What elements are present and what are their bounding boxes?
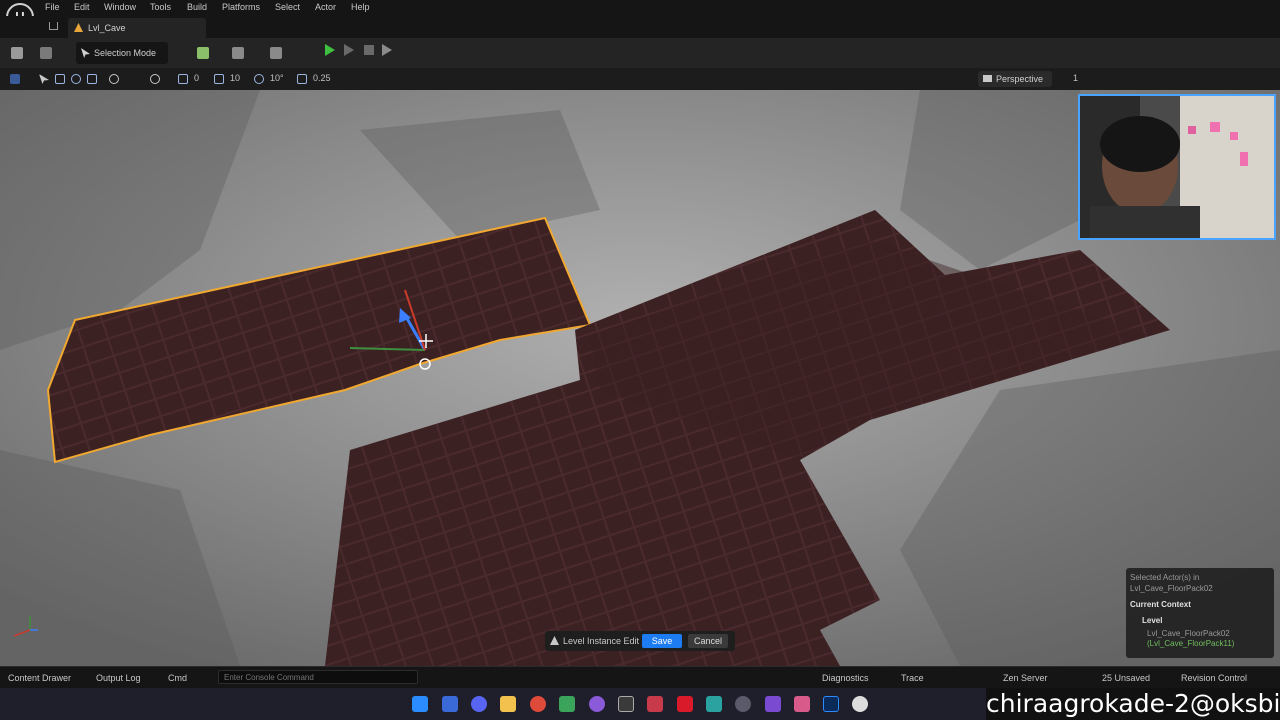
floorpack-label: Lvl_Cave_FloorPack02 <box>1147 629 1230 638</box>
app-icon-1[interactable] <box>442 696 458 712</box>
output-log-button[interactable]: Output Log <box>96 673 141 683</box>
menu-actor[interactable]: Actor <box>315 2 336 12</box>
translate-tool-icon[interactable] <box>55 74 65 84</box>
app-icon-3[interactable] <box>677 696 693 712</box>
unreal-taskbar-icon[interactable] <box>852 696 868 712</box>
console-command-field[interactable] <box>218 670 418 684</box>
menu-build[interactable]: Build <box>187 2 207 12</box>
stop-button[interactable] <box>364 45 374 55</box>
selection-mode-dropdown[interactable]: Selection Mode <box>76 42 168 64</box>
terminal-icon[interactable] <box>618 696 634 712</box>
webcam-overlay <box>1078 94 1276 240</box>
menu-platforms[interactable]: Platforms <box>222 2 260 12</box>
cmd-dropdown[interactable]: Cmd <box>168 673 187 683</box>
menu-edit[interactable]: Edit <box>74 2 90 12</box>
menu-file[interactable]: File <box>45 2 60 12</box>
cursor-icon <box>81 48 90 58</box>
windows-start-icon[interactable] <box>412 696 428 712</box>
tab-label: Lvl_Cave <box>88 23 126 33</box>
grid-snap-value[interactable]: 10 <box>230 73 240 83</box>
rider-icon[interactable] <box>794 696 810 712</box>
viewport-toolbar: 0 10 10° 0.25 1 <box>0 68 1280 90</box>
notepad-icon[interactable] <box>559 696 575 712</box>
main-toolbar: Selection Mode <box>0 38 1280 68</box>
viewport-menu-icon[interactable] <box>10 74 20 84</box>
rotate-snap-value[interactable]: 0 <box>194 73 199 83</box>
menu-select[interactable]: Select <box>275 2 300 12</box>
app-icon-5[interactable] <box>735 696 751 712</box>
camera-icon <box>983 75 992 82</box>
play-button[interactable] <box>325 44 335 56</box>
menu-help[interactable]: Help <box>351 2 370 12</box>
context-level-item[interactable]: Level <box>1142 616 1162 625</box>
selection-mode-label: Selection Mode <box>94 48 157 58</box>
trace-dropdown[interactable]: Trace <box>901 673 924 683</box>
content-drawer-button[interactable]: Content Drawer <box>8 673 71 683</box>
level-instance-icon <box>550 636 559 645</box>
file-explorer-icon[interactable] <box>500 696 516 712</box>
selected-line-2: Lvl_Cave_FloorPack02 <box>1130 584 1213 593</box>
tab-row: Lvl_Cave <box>0 16 1280 38</box>
selected-line-1: Selected Actor(s) in <box>1130 573 1200 582</box>
perspective-dropdown[interactable]: Perspective <box>978 71 1052 87</box>
diagnostics-button[interactable]: Diagnostics <box>822 673 869 683</box>
discord-icon[interactable] <box>471 696 487 712</box>
watermark-text: chiraagrokade-2@oksbi <box>986 688 1280 720</box>
perspective-label: Perspective <box>996 74 1044 84</box>
tab-level[interactable]: Lvl_Cave <box>68 18 206 38</box>
zen-server-dropdown[interactable]: Zen Server <box>1003 673 1048 683</box>
rotate-tool-icon[interactable] <box>71 74 81 84</box>
blueprint-icon[interactable] <box>232 47 244 59</box>
github-icon[interactable] <box>589 696 605 712</box>
unsaved-button[interactable]: 25 Unsaved <box>1102 673 1150 683</box>
chrome-icon[interactable] <box>530 696 546 712</box>
console-input[interactable] <box>219 671 417 683</box>
grid-snap-icon[interactable] <box>214 74 224 84</box>
rotate-snap-icon[interactable] <box>178 74 188 84</box>
level-icon <box>74 23 83 32</box>
scale-snap-icon[interactable] <box>297 74 307 84</box>
menu-bar: U File Edit Window Tools Build Platforms… <box>0 0 1280 31</box>
visual-studio-icon[interactable] <box>765 696 781 712</box>
revision-control-button[interactable]: Revision Control <box>1181 673 1247 683</box>
select-tool-icon[interactable] <box>39 74 49 84</box>
scale-snap-value[interactable]: 0.25 <box>313 73 331 83</box>
step-button[interactable] <box>344 44 354 56</box>
viewport-extra-value[interactable]: 1 <box>1073 73 1078 83</box>
save-icon[interactable] <box>11 47 23 59</box>
add-content-icon[interactable] <box>197 47 209 59</box>
cancel-button[interactable]: Cancel <box>688 634 728 648</box>
angle-snap-icon[interactable] <box>254 74 264 84</box>
world-space-icon[interactable] <box>109 74 119 84</box>
launch-button[interactable] <box>382 44 392 56</box>
floorpack-child-label: (Lvl_Cave_FloorPack11) <box>1147 639 1235 648</box>
selected-actors-text: Selected Actor(s) in Lvl_Cave_FloorPack0… <box>1130 572 1270 594</box>
app-icon-4[interactable] <box>706 696 722 712</box>
photoshop-icon[interactable] <box>823 696 839 712</box>
save-button[interactable]: Save <box>642 634 682 648</box>
current-context-heading: Current Context <box>1130 600 1191 609</box>
home-icon[interactable] <box>49 22 58 30</box>
status-bar: Content Drawer Output Log Cmd Diagnostic… <box>0 666 1280 688</box>
level-instance-label: Level Instance Edit <box>563 636 640 646</box>
level-instance-bar: Level Instance Edit Save Cancel <box>545 631 735 651</box>
menu-window[interactable]: Window <box>104 2 136 12</box>
level-viewport[interactable] <box>0 90 1280 666</box>
cinematics-icon[interactable] <box>270 47 282 59</box>
context-panel: Selected Actor(s) in Lvl_Cave_FloorPack0… <box>1126 568 1274 658</box>
surface-snap-icon[interactable] <box>150 74 160 84</box>
scale-tool-icon[interactable] <box>87 74 97 84</box>
menu-tools[interactable]: Tools <box>150 2 171 12</box>
app-icon-2[interactable] <box>647 696 663 712</box>
angle-snap-value[interactable]: 10° <box>270 73 284 83</box>
context-floorpack-item[interactable]: Lvl_Cave_FloorPack02 (Lvl_Cave_FloorPack… <box>1147 629 1234 649</box>
source-control-icon[interactable] <box>40 47 52 59</box>
